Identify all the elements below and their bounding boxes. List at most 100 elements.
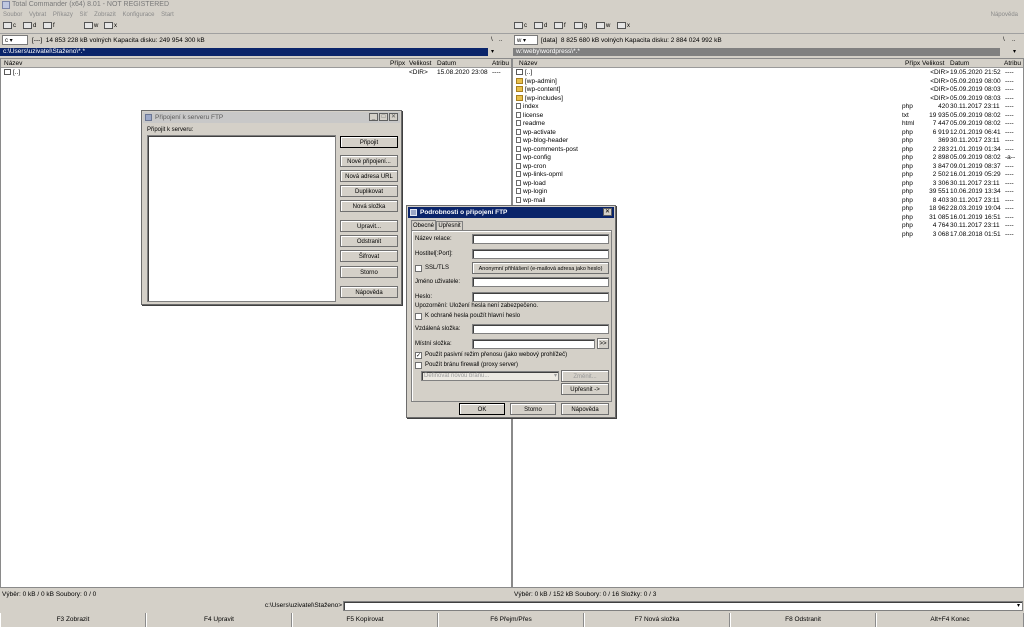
f3-view-button[interactable]: F3 Zobrazit	[0, 613, 146, 627]
net-drive-w-left[interactable]: w	[84, 22, 98, 31]
menu-vybrat[interactable]: Vybrat	[29, 12, 46, 18]
edit-button[interactable]: Upravit...	[340, 220, 398, 232]
passive-mode-checkbox[interactable]: ✓	[415, 352, 422, 359]
col-date[interactable]: Datum	[437, 59, 456, 68]
help-button[interactable]: Nápověda	[561, 403, 609, 415]
right-history-button[interactable]: ▾	[1013, 48, 1016, 55]
f8-delete-button[interactable]: F8 Odstranit	[730, 613, 876, 627]
right-path-bar[interactable]: w:\weby\wordpress\*.*	[513, 48, 1000, 56]
file-row[interactable]: wp-blog-header php 369 30.11.2017 23:11 ----	[516, 137, 1021, 146]
maximize-button[interactable]: □	[379, 113, 388, 121]
firewall-checkbox[interactable]	[415, 362, 422, 369]
drive-button-d-left[interactable]: d	[23, 22, 36, 31]
f5-copy-button[interactable]: F5 Kopírovat	[292, 613, 438, 627]
menu-sit[interactable]: Síť	[80, 12, 88, 18]
encrypt-button[interactable]: Šifrovat	[340, 250, 398, 262]
right-parent-button[interactable]: ..	[1012, 37, 1015, 43]
duplicate-button[interactable]: Duplikovat	[340, 185, 398, 197]
menu-prikazy[interactable]: Příkazy	[53, 12, 73, 18]
file-row[interactable]: [wp-content] <DIR> 05.09.2019 08:03 ----	[516, 86, 1021, 95]
menu-soubor[interactable]: Soubor	[3, 12, 22, 18]
change-button[interactable]: Změnit...	[561, 370, 609, 382]
cancel-button[interactable]: Storno	[510, 403, 556, 415]
file-row[interactable]: wp-login php 39 551 10.06.2019 13:34 ----	[516, 188, 1021, 197]
menu-napoveda[interactable]: Nápověda	[991, 10, 1018, 20]
left-path-bar[interactable]: c:\Users\uzivatel\Staženo\*.*	[0, 48, 488, 56]
delete-button[interactable]: Odstranit	[340, 235, 398, 247]
file-row[interactable]: wp-load php 3 306 30.11.2017 23:11 ----	[516, 180, 1021, 189]
left-drive-select[interactable]: c ▾	[2, 35, 28, 45]
f6-move-button[interactable]: F6 Přejm/Přes	[438, 613, 584, 627]
right-root-button[interactable]: \	[1003, 37, 1005, 43]
menu-zobrazit[interactable]: Zobrazit	[94, 12, 116, 18]
ok-button[interactable]: OK	[459, 403, 505, 415]
new-connection-button[interactable]: Nové připojení...	[340, 155, 398, 167]
command-line-input[interactable]: ▾	[343, 601, 1023, 611]
file-row[interactable]: [wp-includes] <DIR> 05.09.2019 08:03 ----	[516, 95, 1021, 104]
left-root-button[interactable]: \	[491, 37, 493, 43]
net-drive-x-left[interactable]: x	[104, 22, 117, 31]
alt-f4-exit-button[interactable]: Alt+F4 Konec	[876, 613, 1024, 627]
password-input[interactable]	[472, 292, 609, 302]
file-row[interactable]: wp-config php 2 898 05.09.2019 08:02 -a--	[516, 154, 1021, 163]
file-row[interactable]: index php 420 30.11.2017 23:11 ----	[516, 103, 1021, 112]
minimize-button[interactable]: _	[369, 113, 378, 121]
f4-edit-button[interactable]: F4 Upravit	[146, 613, 292, 627]
session-name-input[interactable]	[472, 234, 609, 244]
file-row[interactable]: readme html 7 447 05.09.2019 08:02 ----	[516, 120, 1021, 129]
net-drive-x-right[interactable]: x	[617, 22, 630, 31]
drive-button-f-left[interactable]: f	[43, 22, 55, 31]
f7-new-folder-button[interactable]: F7 Nová složka	[584, 613, 730, 627]
drive-button-f-right[interactable]: f	[554, 22, 566, 31]
file-row[interactable]: wp-comments-post php 2 283 21.01.2019 01:34…	[516, 146, 1021, 155]
remote-folder-input[interactable]	[472, 324, 609, 334]
tab-advanced[interactable]: Upřesnit	[436, 221, 463, 230]
col-size[interactable]: Velikost	[922, 59, 944, 68]
local-folder-input[interactable]	[472, 339, 595, 349]
file-row[interactable]: license txt 19 935 05.09.2019 08:02 ----	[516, 112, 1021, 121]
col-date[interactable]: Datum	[950, 59, 969, 68]
col-ext[interactable]: Přípx	[390, 59, 405, 68]
ftp-icon	[145, 114, 152, 121]
close-button[interactable]: ✕	[389, 113, 398, 121]
file-row[interactable]: [wp-admin] <DIR> 05.09.2019 08:00 ----	[516, 78, 1021, 87]
help-button[interactable]: Nápověda	[340, 286, 398, 298]
new-url-button[interactable]: Nová adresa URL	[340, 170, 398, 182]
master-password-checkbox[interactable]	[415, 313, 422, 320]
connect-button[interactable]: Připojit	[340, 136, 398, 148]
close-button[interactable]: ✕	[603, 208, 612, 216]
menu-start[interactable]: Start	[161, 12, 174, 18]
file-row[interactable]: [..] <DIR> 19.05.2020 21:52 ----	[516, 69, 1021, 78]
file-row[interactable]: [..] <DIR> 15.08.2020 23:08 ----	[4, 69, 509, 78]
firewall-select[interactable]: Definovat novou bránu... ▾	[421, 371, 559, 381]
col-name[interactable]: Název	[4, 59, 22, 68]
file-row[interactable]: wp-cron php 3 847 09.01.2019 08:37 ----	[516, 163, 1021, 172]
ssl-checkbox[interactable]	[415, 265, 422, 272]
right-drive-select[interactable]: w ▾	[514, 35, 538, 45]
drive-button-c-left[interactable]: c	[3, 22, 16, 31]
col-name[interactable]: Název	[519, 59, 537, 68]
new-folder-button[interactable]: Nová složka	[340, 200, 398, 212]
file-row[interactable]: wp-mail php 8 403 30.11.2017 23:11 ----	[516, 197, 1021, 206]
file-row[interactable]: wp-activate php 6 919 12.01.2019 06:41 ----	[516, 129, 1021, 138]
browse-button[interactable]: >>	[597, 338, 609, 349]
host-input[interactable]	[472, 249, 609, 259]
username-input[interactable]	[472, 277, 609, 287]
tab-general[interactable]: Obecné	[411, 220, 436, 230]
cancel-button[interactable]: Storno	[340, 266, 398, 278]
server-list[interactable]	[147, 135, 336, 302]
col-size[interactable]: Velikost	[409, 59, 431, 68]
col-attr[interactable]: Atribu	[1004, 59, 1021, 68]
col-ext[interactable]: Přípx	[905, 59, 920, 68]
net-drive-w-right[interactable]: w	[596, 22, 610, 31]
col-attr[interactable]: Atribu	[492, 59, 509, 68]
advanced-button[interactable]: Upřesnit ->	[561, 383, 609, 395]
drive-button-d-right[interactable]: d	[534, 22, 547, 31]
left-history-button[interactable]: ▾	[491, 48, 494, 55]
file-row[interactable]: wp-links-opml php 2 502 16.01.2019 05:29 ---…	[516, 171, 1021, 180]
drive-button-g-right[interactable]: g	[574, 22, 587, 31]
drive-button-c-right[interactable]: c	[514, 22, 527, 31]
left-parent-button[interactable]: ..	[499, 37, 502, 43]
anonymous-login-button[interactable]: Anonymní přihlášení (e-mailová adresa ja…	[472, 262, 609, 274]
menu-konfigurace[interactable]: Konfigurace	[122, 12, 154, 18]
